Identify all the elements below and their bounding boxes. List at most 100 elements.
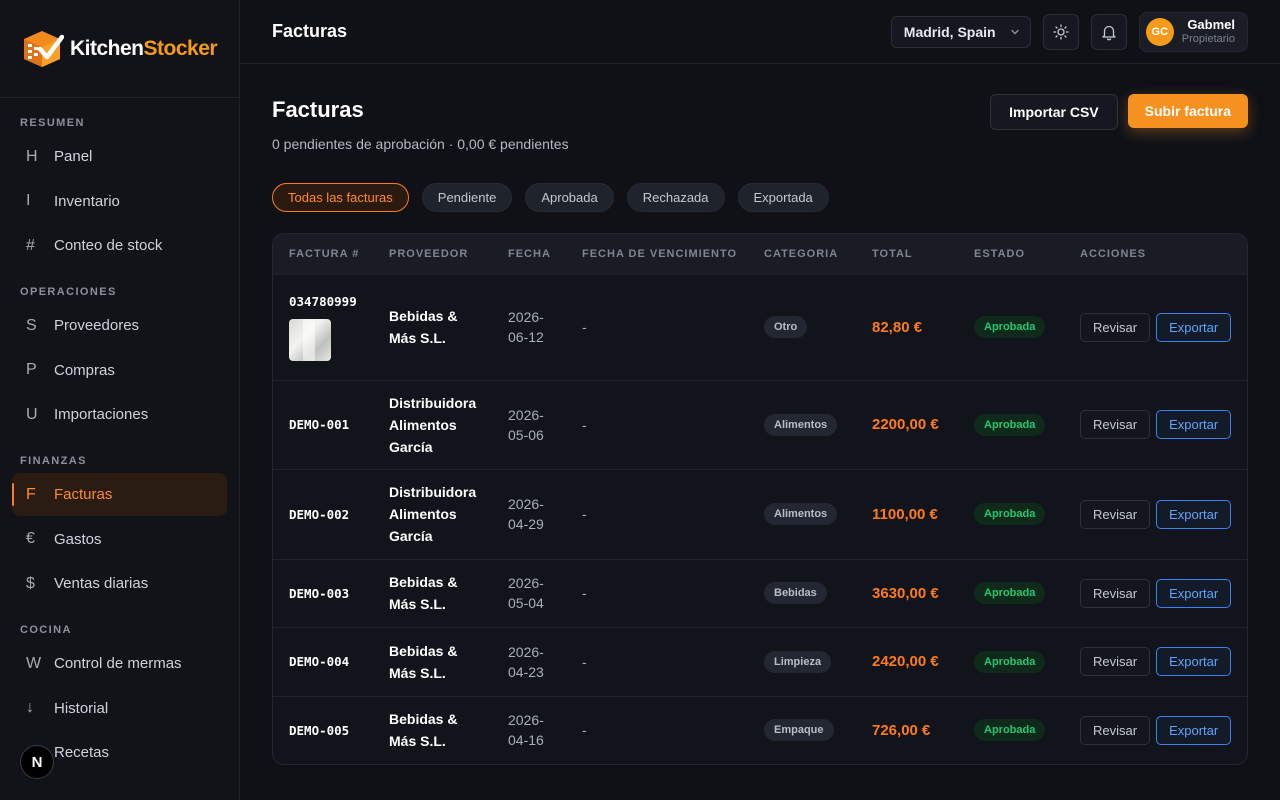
date-cell: 2026- 04-16 [492,695,566,764]
sidebar-item-glyph: P [26,361,37,378]
invoice-number-cell: DEMO-003 [273,558,373,627]
nav-section: FINANZAS F Facturas € Gastos $ Ventas diarias [0,455,239,605]
filter-chip-pendiente[interactable]: Pendiente [421,183,513,212]
category-cell: Otro [748,273,856,380]
sidebar-item-label: Control de mermas [54,655,182,672]
review-button[interactable]: Revisar [1080,715,1151,745]
category-badge: Otro [764,316,808,338]
invoice-total: 2200,00 € [872,416,939,433]
supplier-name-line: Distribuidora [389,394,477,411]
sidebar-item-inventario[interactable]: I Inventario [12,180,227,223]
invoice-number[interactable]: DEMO-003 [289,586,373,601]
review-button[interactable]: Revisar [1080,312,1151,342]
sidebar-item-label: Gastos [54,530,102,548]
theme-toggle-button[interactable] [1042,13,1079,50]
location-select[interactable]: Madrid, Spain [890,15,1031,48]
invoice-number[interactable]: DEMO-001 [289,417,373,432]
table-row[interactable]: DEMO-005 Bebidas & Más S.L. 2026- 04-16 - Empa… [273,695,1247,764]
actions-cell: Revisar Exportar [1064,273,1247,380]
date-cell: 2026- 05-06 [492,379,566,469]
supplier-cell: Distribuidora Alimentos García [373,379,492,469]
invoice-number-cell: DEMO-005 [273,695,373,764]
export-button[interactable]: Exportar [1156,578,1232,608]
sidebar-item-facturas[interactable]: F Facturas [12,473,227,516]
invoice-date-line: 2026- [508,712,544,729]
dev-badge[interactable]: N [20,745,54,779]
sidebar-item-importaciones[interactable]: U Importaciones [12,393,227,436]
review-button[interactable]: Revisar [1080,410,1151,439]
row-actions: Revisar Exportar [1080,715,1247,745]
sidebar-item-conteo-de-stock[interactable]: # Conteo de stock [12,224,227,267]
import-csv-button[interactable]: Importar CSV [990,94,1118,130]
sidebar-item-label: Compras [54,361,115,379]
actions-cell: Revisar Exportar [1064,626,1247,696]
status-badge: Aprobada [974,503,1046,525]
filter-chip-exportada[interactable]: Exportada [737,183,829,212]
sun-icon [1053,23,1069,40]
sidebar-item-proveedores[interactable]: S Proveedores [12,304,227,347]
invoice-number-cell: DEMO-001 [273,379,373,469]
sidebar-item-compras[interactable]: P Compras [12,349,227,392]
export-button[interactable]: Exportar [1156,715,1232,745]
chevron-down-icon [1011,29,1019,34]
invoice-date-line: 2026- [508,309,544,325]
supplier-name-line: Más S.L. [389,664,446,681]
table-row[interactable]: DEMO-004 Bebidas & Más S.L. 2026- 04-23 - Limp… [273,626,1247,696]
category-cell: Alimentos [748,379,856,469]
filter-chip-rechazada[interactable]: Rechazada [626,183,725,212]
category-badge: Empaque [764,719,834,742]
supplier-name-line: Alimentos [389,416,457,433]
nav-heading: OPERACIONES [20,286,117,298]
supplier-name-line: Más S.L. [389,330,446,346]
due-date: - [582,506,587,522]
invoice-number[interactable]: DEMO-002 [289,507,373,522]
due-date: - [582,416,587,433]
due-date-cell: - [566,695,748,764]
invoices-table: FACTURA # PROVEEDOR FECHA FECHA DE VENCIMIE… [272,233,1248,765]
filter-chip-aprobada[interactable]: Aprobada [525,183,614,212]
sidebar-item-gastos[interactable]: € Gastos [12,518,227,561]
invoice-number[interactable]: 034780999 [289,294,373,309]
sidebar-item-panel[interactable]: H Panel [12,135,227,178]
sidebar-item-glyph: F [26,485,36,503]
sidebar-item-label: Ventas diarias [54,575,149,592]
column-header: FACTURA # [289,247,360,260]
invoice-date-line: 05-04 [508,595,544,611]
review-button[interactable]: Revisar [1080,578,1151,608]
nav-heading: COCINA [20,624,72,636]
export-button[interactable]: Exportar [1156,647,1232,676]
invoice-number[interactable]: DEMO-004 [289,654,373,669]
export-button[interactable]: Exportar [1156,410,1232,439]
user-menu[interactable]: GC Gabmel Propietario [1138,11,1248,52]
sidebar-item-control-de-mermas[interactable]: W Control de mermas [12,642,227,685]
export-button[interactable]: Exportar [1156,499,1232,529]
column-header: FECHA DE VENCIMIENTO [582,247,738,260]
category-cell: Bebidas [748,558,856,627]
table-row[interactable]: DEMO-002 Distribuidora Alimentos García 2026… [273,468,1247,559]
brand[interactable]: KitchenStocker [0,0,239,98]
table-row[interactable]: 034780999 Bebidas & Más S.L. 2026- 06-12 - Otr… [273,273,1247,380]
upload-invoice-button[interactable]: Subir factura [1127,94,1248,128]
sidebar-item-ventas-diarias[interactable]: $ Ventas diarias [12,562,227,605]
sidebar-nav: RESUMEN H Panel I Inventario # Conteo de stock… [0,117,239,774]
sidebar-item-label: Recetas [54,744,110,761]
column-header: PROVEEDOR [389,247,469,260]
category-badge: Bebidas [764,582,827,604]
invoice-thumbnail[interactable] [289,318,331,361]
total-cell: 3630,00 € [856,558,958,627]
supplier-name-line: Más S.L. [389,733,446,750]
invoice-date-line: 2026- [508,406,544,423]
review-button[interactable]: Revisar [1080,647,1151,676]
sidebar-item-historial[interactable]: ↓ Historial [12,687,227,730]
invoice-number[interactable]: DEMO-005 [289,723,373,738]
table-row[interactable]: DEMO-001 Distribuidora Alimentos García 2026… [273,379,1247,469]
sidebar-item-label: Proveedores [54,317,140,334]
category-badge: Alimentos [764,413,838,436]
table-row[interactable]: DEMO-003 Bebidas & Más S.L. 2026- 05-04 - Bebi… [273,558,1247,627]
filter-chip-todas-las-facturas[interactable]: Todas las facturas [272,183,409,212]
review-button[interactable]: Revisar [1080,499,1151,529]
notifications-button[interactable] [1090,13,1127,50]
sidebar-item-label: Panel [54,148,93,165]
user-role: Propietario [1181,32,1235,45]
export-button[interactable]: Exportar [1156,312,1232,342]
